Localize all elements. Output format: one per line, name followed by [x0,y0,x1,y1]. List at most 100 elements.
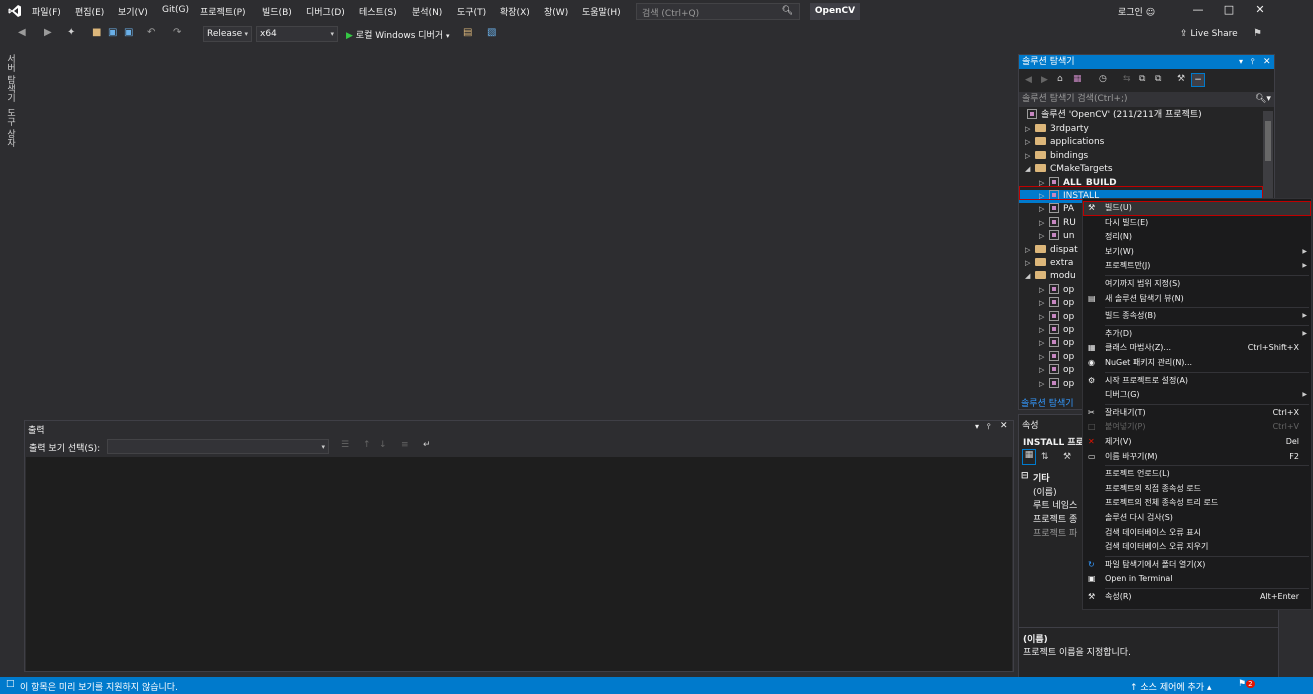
save-all-icon[interactable]: ▣ [124,27,133,38]
context-menu-item[interactable]: ↻ 파일 탐색기에서 폴더 열기(X) [1083,558,1311,573]
collapse-all-icon[interactable]: ⧉ [1139,74,1145,84]
property-row-project-file[interactable]: 프로젝트 파 [1033,526,1077,539]
prev-message-icon[interactable]: ↑ [363,440,371,450]
property-row-root-namespace[interactable]: 루트 네임스 [1033,498,1077,511]
context-menu-item[interactable]: 보기(W) ▶ [1083,245,1311,260]
context-menu-item[interactable]: 다시 빌드(E) [1083,216,1311,231]
menu-item[interactable]: 편집(E) [75,5,104,18]
collapsed-arrow-icon[interactable]: ▷ [1039,284,1049,297]
undo-icon[interactable]: ↶ [147,27,155,38]
open-file-icon[interactable]: ■ [92,27,101,38]
category-expand-icon[interactable]: ⊟ [1021,471,1029,481]
tree-folder-node[interactable]: ◢ CMakeTargets [1019,163,1263,176]
new-project-icon[interactable]: ✦ [67,27,75,38]
configuration-select[interactable]: Release ▾ [203,26,252,42]
alphabetical-icon[interactable]: ⇅ [1041,452,1049,462]
find-message-icon[interactable]: ☰ [341,440,349,450]
context-menu-item[interactable]: ◉ NuGet 패키지 관리(N)... [1083,356,1311,371]
search-icon[interactable]: 🔍︎ [782,6,793,16]
context-menu-item[interactable]: 프로젝트 언로드(L) [1083,467,1311,482]
start-debugger-button[interactable]: ▶ 로컬 Windows 디버거 ▾ [346,28,449,41]
properties-wrench-icon[interactable]: ⚒ [1177,74,1185,84]
collapsed-arrow-icon[interactable]: ▷ [1039,324,1049,337]
screenshot-icon[interactable]: ▧ [487,27,496,38]
next-message-icon[interactable]: ↓ [379,440,387,450]
switch-views-icon[interactable]: ▦ [1073,74,1082,84]
output-source-select[interactable]: ▾ [107,439,329,454]
minimize-button[interactable]: — [1188,3,1208,16]
browser-link-icon[interactable]: ▤ [463,27,472,38]
tab-server-explorer[interactable]: 서버 탐색기 [4,54,17,102]
context-menu-item[interactable]: ▭ 이름 바꾸기(M) F2 [1083,450,1311,465]
collapsed-arrow-icon[interactable]: ▷ [1039,364,1049,377]
collapsed-arrow-icon[interactable]: ▷ [1039,337,1049,350]
collapsed-arrow-icon[interactable]: ▷ [1039,311,1049,324]
expanded-arrow-icon[interactable]: ◢ [1025,163,1035,176]
home-icon[interactable]: ⌂ [1057,74,1063,84]
collapsed-arrow-icon[interactable]: ▷ [1039,378,1049,391]
pending-changes-icon[interactable]: ◷ [1099,74,1107,84]
context-menu-item[interactable]: ▦ 클래스 마법사(Z)... Ctrl+Shift+X [1083,341,1311,356]
context-menu-item[interactable]: 프로젝트만(J) ▶ [1083,259,1311,274]
menu-item[interactable]: 보기(V) [118,5,148,18]
context-menu-item[interactable]: ⚙ 시작 프로젝트로 설정(A) [1083,374,1311,389]
property-pages-icon[interactable]: ⚒ [1063,452,1071,462]
context-menu-item[interactable]: ✕ 제거(V) Del [1083,435,1311,450]
context-menu-item[interactable]: 빌드 종속성(B) ▶ [1083,309,1311,324]
collapsed-arrow-icon[interactable]: ▷ [1039,351,1049,364]
context-menu-item[interactable]: ⚒ 빌드(U) [1083,201,1311,216]
panel-menu-icon[interactable]: ▾ [975,422,979,431]
platform-select[interactable]: x64 ▾ [256,26,338,42]
context-menu-item[interactable]: 정리(N) [1083,230,1311,245]
menu-item[interactable]: 분석(N) [412,5,442,18]
menu-item[interactable]: Git(G) [162,5,189,15]
context-menu-item[interactable]: 추가(D) ▶ [1083,327,1311,342]
context-menu-item[interactable]: ✂ 잘라내기(T) Ctrl+X [1083,406,1311,421]
property-row-name[interactable]: (이름) [1033,485,1057,498]
search-input[interactable]: 검색 (Ctrl+Q) 🔍︎ [636,3,800,20]
collapsed-arrow-icon[interactable]: ▷ [1025,257,1035,270]
collapsed-arrow-icon[interactable]: ▷ [1025,244,1035,257]
menu-item[interactable]: 프로젝트(P) [200,5,246,18]
solution-root-node[interactable]: 솔루션 'OpenCV' (211/211개 프로젝트) [1027,109,1202,122]
collapsed-arrow-icon[interactable]: ▷ [1025,123,1035,136]
collapsed-arrow-icon[interactable]: ▷ [1039,297,1049,310]
clear-all-icon[interactable]: ≡ [401,440,409,450]
context-menu-item[interactable]: 검색 데이터베이스 오류 표시 [1083,526,1311,541]
expanded-arrow-icon[interactable]: ◢ [1025,270,1035,283]
context-menu-item[interactable]: 검색 데이터베이스 오류 지우기 [1083,540,1311,555]
search-icon[interactable]: 🔍︎▾ [1255,92,1271,107]
context-menu-item[interactable]: ▣ Open in Terminal [1083,572,1311,587]
back-icon[interactable]: ◀ [1025,75,1032,85]
forward-icon[interactable]: ▶ [1041,75,1048,85]
redo-icon[interactable]: ↷ [173,27,181,38]
tree-folder-node[interactable]: ▷ 3rdparty [1019,123,1263,136]
context-menu-item[interactable]: 프로젝트의 직접 종속성 로드 [1083,482,1311,497]
sync-icon[interactable]: ⇆ [1123,74,1131,84]
output-text-area[interactable] [26,457,1012,671]
tab-solution-explorer[interactable]: 솔루션 탐색기 [1021,396,1074,409]
close-button[interactable]: ✕ [1250,3,1270,16]
maximize-button[interactable]: □ [1219,3,1239,16]
add-to-source-control-button[interactable]: ↑ 소스 제어에 추가 ▴ [1130,680,1211,693]
categorized-icon[interactable]: ▦ [1022,449,1036,465]
notifications-icon[interactable]: ⚑ 2 [1238,679,1255,689]
close-icon[interactable]: ✕ [1000,421,1008,431]
menu-item[interactable]: 디버그(D) [306,5,345,18]
menu-item[interactable]: 빌드(B) [262,5,292,18]
pin-icon[interactable]: ⫯ [1251,55,1254,69]
save-icon[interactable]: ▣ [108,27,117,38]
menu-item[interactable]: 창(W) [544,5,568,18]
solution-search-input[interactable]: 솔루션 탐색기 검색(Ctrl+;) 🔍︎▾ [1019,92,1274,107]
context-menu-item[interactable]: ⚒ 속성(R) Alt+Enter [1083,590,1311,605]
property-row-project-deps[interactable]: 프로젝트 종 [1033,512,1077,525]
tree-folder-node[interactable]: ▷ bindings [1019,150,1263,163]
context-menu-item[interactable]: 프로젝트의 전체 종속성 트리 로드 [1083,496,1311,511]
properties-object-name[interactable]: INSTALL 프로 [1023,435,1084,448]
collapsed-arrow-icon[interactable]: ▷ [1025,150,1035,163]
preview-selected-icon[interactable]: − [1191,73,1205,87]
menu-item[interactable]: 도움말(H) [582,5,621,18]
collapsed-arrow-icon[interactable]: ▷ [1039,217,1049,230]
tree-folder-node[interactable]: ▷ applications [1019,136,1263,149]
pin-icon[interactable]: ⫯ [987,422,990,432]
